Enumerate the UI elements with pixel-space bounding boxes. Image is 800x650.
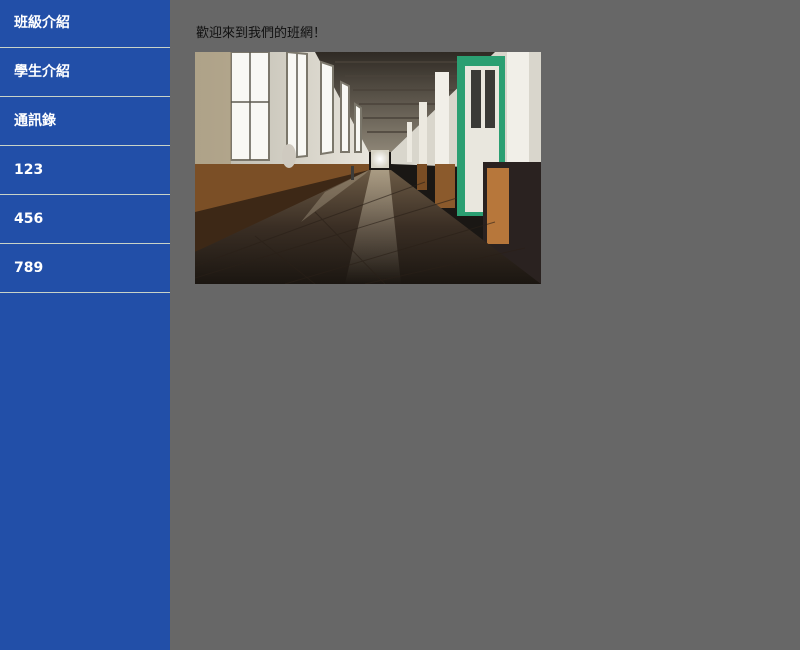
sidebar-item-class-intro[interactable]: 班級介紹 (0, 0, 170, 48)
sidebar-item-456[interactable]: 456 (0, 195, 170, 244)
page: 班級介紹 學生介紹 通訊錄 123 456 789 歡迎來到我們的班網！ (0, 0, 800, 650)
sidebar-item-123[interactable]: 123 (0, 146, 170, 195)
sidebar-item-student-intro[interactable]: 學生介紹 (0, 48, 170, 97)
hallway-photo (195, 52, 541, 284)
main-content: 歡迎來到我們的班網！ (170, 0, 800, 650)
sidebar-item-789[interactable]: 789 (0, 244, 170, 293)
sidebar-nav: 班級介紹 學生介紹 通訊錄 123 456 789 (0, 0, 170, 650)
welcome-text: 歡迎來到我們的班網！ (196, 26, 327, 41)
sidebar-item-contacts[interactable]: 通訊錄 (0, 97, 170, 146)
